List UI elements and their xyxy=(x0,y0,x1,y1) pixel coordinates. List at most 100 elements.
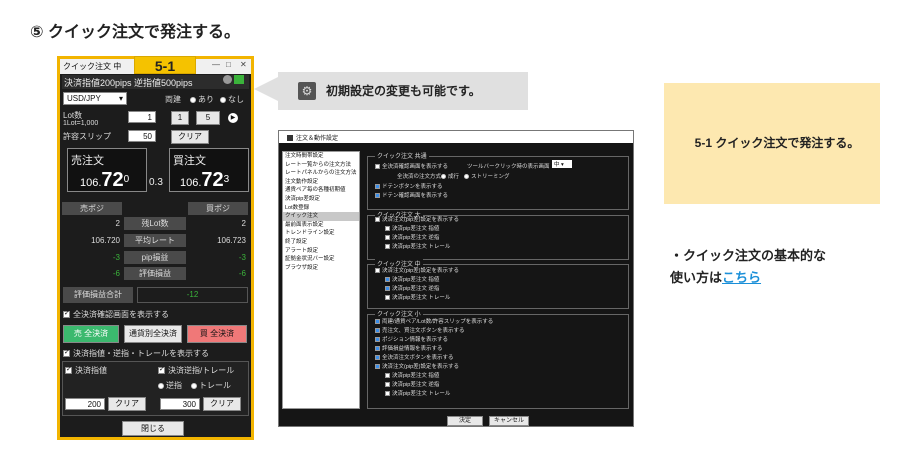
total-pl-value: -12 xyxy=(137,287,248,303)
note-line-2: 使い方はこちら xyxy=(670,270,762,285)
g1-streaming-radio[interactable]: ストリーミング xyxy=(464,172,510,180)
stop-opt1-radio[interactable]: 逆指 xyxy=(158,380,182,391)
g4-line-7[interactable]: 決済pip差注文 逆指 xyxy=(385,380,439,388)
sell-pip: -3 xyxy=(112,253,120,262)
ryodate-label: 両建 xyxy=(165,95,181,104)
sell-pl: -6 xyxy=(112,269,120,278)
lot-5-button[interactable]: 5 xyxy=(196,111,220,125)
stop-checkbox[interactable]: 決済逆指/トレール xyxy=(158,365,234,376)
lot-sub: 1Lot=1,000 xyxy=(63,120,99,127)
expand-button[interactable] xyxy=(234,75,244,84)
buy-avg: 106.723 xyxy=(217,236,246,245)
sell-pos-header: 売ポジ xyxy=(62,202,122,215)
buy-pos-header: 買ポジ xyxy=(188,202,248,215)
g1-market-radio[interactable]: 成行 xyxy=(441,172,459,180)
maximize-icon[interactable]: □ xyxy=(226,60,231,69)
buy-pip: -3 xyxy=(238,253,246,262)
total-pl-label: 評価損益合計 xyxy=(63,287,133,303)
g4-line-2[interactable]: ポジション情報を表示する xyxy=(375,335,448,343)
step-badge: 5-1 xyxy=(134,56,196,74)
show-limits-checkbox[interactable]: 決済指値・逆指・トレールを表示する xyxy=(63,348,209,359)
category-item[interactable]: 注文動作設定 xyxy=(283,178,359,187)
settings-dialog: 注文＆動作設定 注文時間帯設定 レート一覧からの注文方法 レートパネルからの注文… xyxy=(278,130,634,427)
g4-line-6[interactable]: 決済pip差注文 指値 xyxy=(385,371,439,379)
step-info-box: 5-1 クイック注文で発注する。 xyxy=(664,83,880,204)
panel-subtitle: 決済指値200pips 逆指値500pips xyxy=(62,75,249,89)
currency-select[interactable]: USD/JPY ▾ xyxy=(63,92,127,105)
g2-line-2[interactable]: 決済pip差注文 逆指 xyxy=(385,233,439,241)
g3-line-2[interactable]: 決済pip差注文 逆指 xyxy=(385,284,439,292)
stop-opt2-radio[interactable]: トレール xyxy=(191,380,231,391)
lot-1-button[interactable]: 1 xyxy=(171,111,189,125)
ryodate-off-radio[interactable]: なし xyxy=(220,94,244,105)
category-item[interactable]: 決済pip差設定 xyxy=(283,195,359,204)
g3-line-1[interactable]: 決済pip差注文 指値 xyxy=(385,275,439,283)
confirm-checkbox[interactable]: 全決済確認画面を表示する xyxy=(63,309,169,320)
buy-order-label: 買注文 xyxy=(173,155,206,167)
category-item[interactable]: 通貨ペア毎の各種初期値 xyxy=(283,186,359,195)
g4-line-3[interactable]: 評価損益情報を表示する xyxy=(375,344,443,352)
close-icon[interactable]: ✕ xyxy=(240,60,247,69)
category-item[interactable]: Lot数登録 xyxy=(283,204,359,213)
category-item[interactable]: レートパネルからの注文方法 xyxy=(283,169,359,178)
slip-input[interactable]: 50 xyxy=(128,130,156,142)
slip-clear-button[interactable]: クリア xyxy=(171,130,209,144)
buy-price: 106.723 xyxy=(180,169,230,191)
category-item[interactable]: ブラウザ設定 xyxy=(283,264,359,273)
category-item[interactable]: 証拠金状況バー設定 xyxy=(283,255,359,264)
g1-size-select[interactable]: 中 ▾ xyxy=(552,160,572,168)
close-button[interactable]: 閉じる xyxy=(122,421,184,436)
note-line-1: ・クイック注文の基本的な xyxy=(670,248,827,263)
stop-clear-button[interactable]: クリア xyxy=(203,397,241,411)
callout-pointer xyxy=(254,77,278,101)
g4-line-1[interactable]: 売注文、買注文ボタンを表示する xyxy=(375,326,465,334)
minimize-icon[interactable]: — xyxy=(212,60,220,69)
spread-value: 0.3 xyxy=(149,177,163,188)
g2-line-1[interactable]: 決済pip差注文 指値 xyxy=(385,224,439,232)
g1-confirm-checkbox[interactable]: 全決済確認画面を表示する xyxy=(375,162,448,170)
group-common-title: クイック注文 共通 xyxy=(375,151,429,160)
category-item[interactable]: レート一覧からの注文方法 xyxy=(283,161,359,170)
pip-row-label: pip損益 xyxy=(124,251,186,264)
category-item[interactable]: アラート設定 xyxy=(283,247,359,256)
g2-line-3[interactable]: 決済pip差注文 トレール xyxy=(385,242,450,250)
app-icon xyxy=(287,135,293,142)
help-link[interactable]: こちら xyxy=(722,270,761,285)
buy-lot: 2 xyxy=(241,219,246,228)
ryodate-on-radio[interactable]: あり xyxy=(190,94,214,105)
g4-line-8[interactable]: 決済pip差注文 トレール xyxy=(385,389,450,397)
g1-order-type-label: 全決済の注文方式 xyxy=(397,174,442,180)
sell-price-box[interactable]: 売注文 106.720 xyxy=(67,148,147,192)
ok-button[interactable]: 決定 xyxy=(447,416,483,426)
avg-row-label: 平均レート xyxy=(124,234,186,247)
sell-all-button[interactable]: 売 全決済 xyxy=(63,325,119,343)
cancel-button[interactable]: キャンセル xyxy=(489,416,529,426)
pair-all-button[interactable]: 通貨別全決済 xyxy=(124,325,182,343)
g3-line-3[interactable]: 決済pip差注文 トレール xyxy=(385,293,450,301)
g4-line-4[interactable]: 全決済注文ボタンを表示する xyxy=(375,353,454,361)
g2-line-0[interactable]: 決済注文(pip差)設定を表示する xyxy=(375,215,459,223)
g1-toolbar-label: ツールバークリック時の表示画面 xyxy=(467,164,550,170)
g1-doten-confirm-checkbox[interactable]: ドテン確認画面を表示する xyxy=(375,191,448,199)
gear-icon: ⚙ xyxy=(298,82,316,100)
pl-row-label: 評価損益 xyxy=(124,267,186,280)
category-item[interactable]: トレンドライン設定 xyxy=(283,229,359,238)
category-item[interactable]: 注文時間帯設定 xyxy=(283,152,359,161)
quick-order-panel: クイック注文 中 — □ ✕ 決済指値200pips 逆指値500pips US… xyxy=(57,56,254,440)
g4-line-5[interactable]: 決済注文(pip差)設定を表示する xyxy=(375,362,459,370)
limit-clear-button[interactable]: クリア xyxy=(108,397,146,411)
limit-input[interactable]: 200 xyxy=(65,398,105,410)
lot-input[interactable]: 1 xyxy=(128,111,156,123)
settings-gear-icon[interactable] xyxy=(223,75,232,84)
category-item[interactable]: 終了設定 xyxy=(283,238,359,247)
buy-all-button[interactable]: 買 全決済 xyxy=(187,325,247,343)
g3-line-0[interactable]: 決済注文(pip差)設定を表示する xyxy=(375,266,459,274)
category-item-active[interactable]: クイック注文 xyxy=(283,212,359,221)
g4-line-0[interactable]: 両建/通貨ペア/Lot数/許容スリップを表示する xyxy=(375,317,493,325)
category-item[interactable]: 最前面表示設定 xyxy=(283,221,359,230)
buy-price-box[interactable]: 買注文 106.723 xyxy=(169,148,249,192)
g1-doten-checkbox[interactable]: ドテンボタンを表示する xyxy=(375,182,443,190)
play-icon[interactable]: ▶ xyxy=(228,113,238,123)
stop-input[interactable]: 300 xyxy=(160,398,200,410)
limit-checkbox[interactable]: 決済指値 xyxy=(65,365,107,376)
